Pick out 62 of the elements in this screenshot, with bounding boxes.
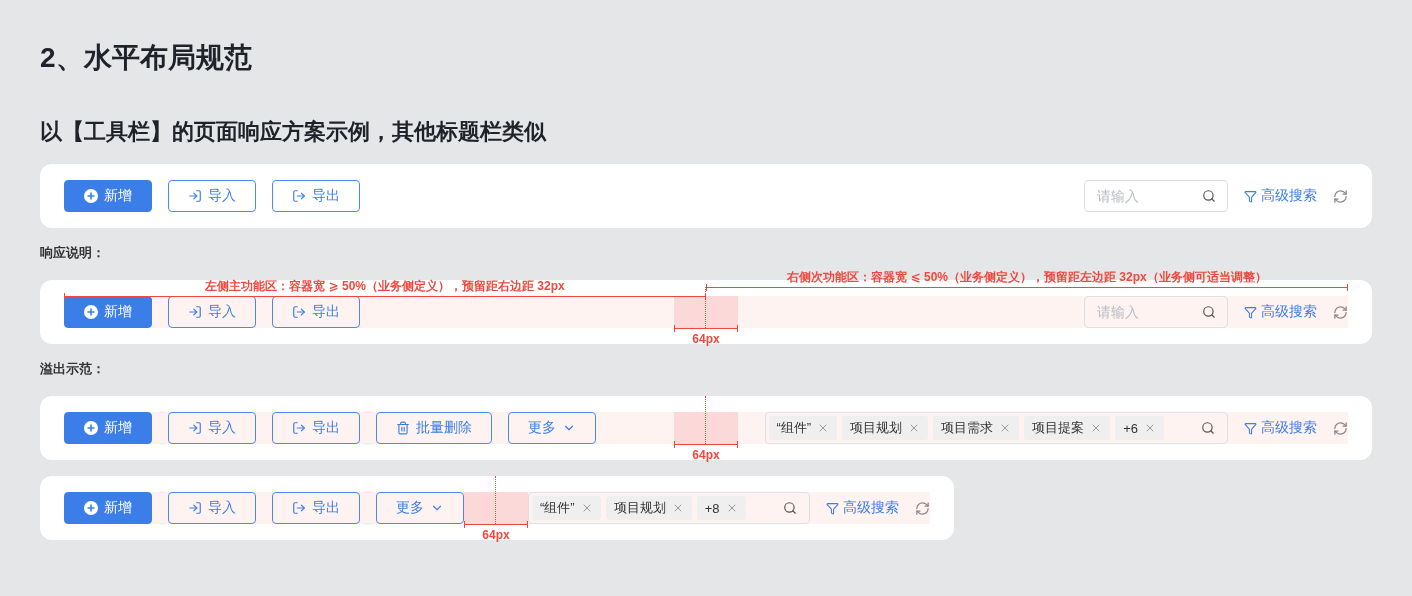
annotation-text: 左侧主功能区：容器宽 ⩾ 50%（业务侧定义），预留距右边距 32px xyxy=(205,279,565,293)
gap-label: 64px xyxy=(482,528,510,542)
search-icon[interactable] xyxy=(1202,305,1216,319)
search-icon[interactable] xyxy=(782,501,797,515)
plus-circle-icon xyxy=(84,421,98,435)
trash-icon xyxy=(396,421,410,435)
close-icon[interactable] xyxy=(1144,422,1156,434)
plus-circle-icon xyxy=(84,305,98,319)
filter-tag: +6 xyxy=(1115,416,1164,440)
filter-icon xyxy=(1244,421,1257,435)
filter-icon xyxy=(825,501,839,515)
section-heading: 响应说明： xyxy=(40,244,105,262)
plus-circle-icon xyxy=(84,501,98,515)
advanced-search-link[interactable]: 高级搜索 xyxy=(1244,419,1317,437)
advanced-search-link[interactable]: 高级搜索 xyxy=(825,499,899,517)
tag-search-field[interactable]: “组件” 项目规划 +8 xyxy=(528,492,810,524)
import-icon xyxy=(188,501,202,515)
gap-label: 64px xyxy=(692,332,720,346)
filter-tag: “组件” xyxy=(532,496,601,520)
refresh-button[interactable] xyxy=(1333,304,1348,320)
advanced-search-link[interactable]: 高级搜索 xyxy=(1244,303,1317,321)
refresh-button[interactable] xyxy=(914,500,930,516)
plus-circle-icon xyxy=(84,189,98,203)
refresh-button[interactable] xyxy=(1333,420,1348,436)
filter-tag: 项目规划 xyxy=(842,416,929,440)
toolbar-button[interactable]: 导出 xyxy=(272,180,360,212)
filter-icon xyxy=(1244,305,1257,319)
export-icon xyxy=(292,501,306,515)
toolbar-button[interactable]: 导出 xyxy=(272,492,360,524)
annotation-text: 右侧次功能区：容器宽 ⩽ 50%（业务侧定义），预留距左边距 32px（业务侧可适当调整） xyxy=(787,270,1267,284)
filter-tag: “组件” xyxy=(768,416,838,440)
toolbar-button[interactable]: 新增 xyxy=(64,492,152,524)
search-field[interactable]: 请输入 xyxy=(1084,180,1228,212)
import-icon xyxy=(188,421,202,435)
export-icon xyxy=(292,305,306,319)
gap-label: 64px xyxy=(692,448,720,462)
toolbar-button[interactable]: 导入 xyxy=(168,412,256,444)
search-field[interactable]: 请输入 xyxy=(1084,296,1228,328)
toolbar-button[interactable]: 导出 xyxy=(272,412,360,444)
toolbar-button[interactable]: 批量删除 xyxy=(376,412,492,444)
filter-tag: 项目规划 xyxy=(605,496,692,520)
filter-tag: +8 xyxy=(696,496,746,520)
export-icon xyxy=(292,189,306,203)
filter-tag: 项目需求 xyxy=(933,416,1020,440)
export-icon xyxy=(292,421,306,435)
search-icon[interactable] xyxy=(1201,421,1215,435)
section-title: 以【工具栏】的页面响应方案示例，其他标题栏类似 xyxy=(40,118,546,146)
tag-search-field[interactable]: “组件” 项目规划 项目需求 项目提案 +6 xyxy=(764,412,1228,444)
toolbar-button[interactable]: 导入 xyxy=(168,492,256,524)
more-button[interactable]: 更多 xyxy=(508,412,596,444)
section-heading: 溢出示范： xyxy=(40,360,105,378)
filter-tag: 项目提案 xyxy=(1024,416,1111,440)
search-icon[interactable] xyxy=(1202,189,1216,203)
toolbar-button[interactable]: 新增 xyxy=(64,180,152,212)
refresh-button[interactable] xyxy=(1333,188,1348,204)
advanced-search-link[interactable]: 高级搜索 xyxy=(1244,187,1317,205)
page-title: 2、水平布局规范 xyxy=(40,42,252,74)
toolbar-button[interactable]: 导入 xyxy=(168,180,256,212)
import-icon xyxy=(188,189,202,203)
filter-icon xyxy=(1244,189,1257,203)
toolbar-button[interactable]: 新增 xyxy=(64,412,152,444)
import-icon xyxy=(188,305,202,319)
